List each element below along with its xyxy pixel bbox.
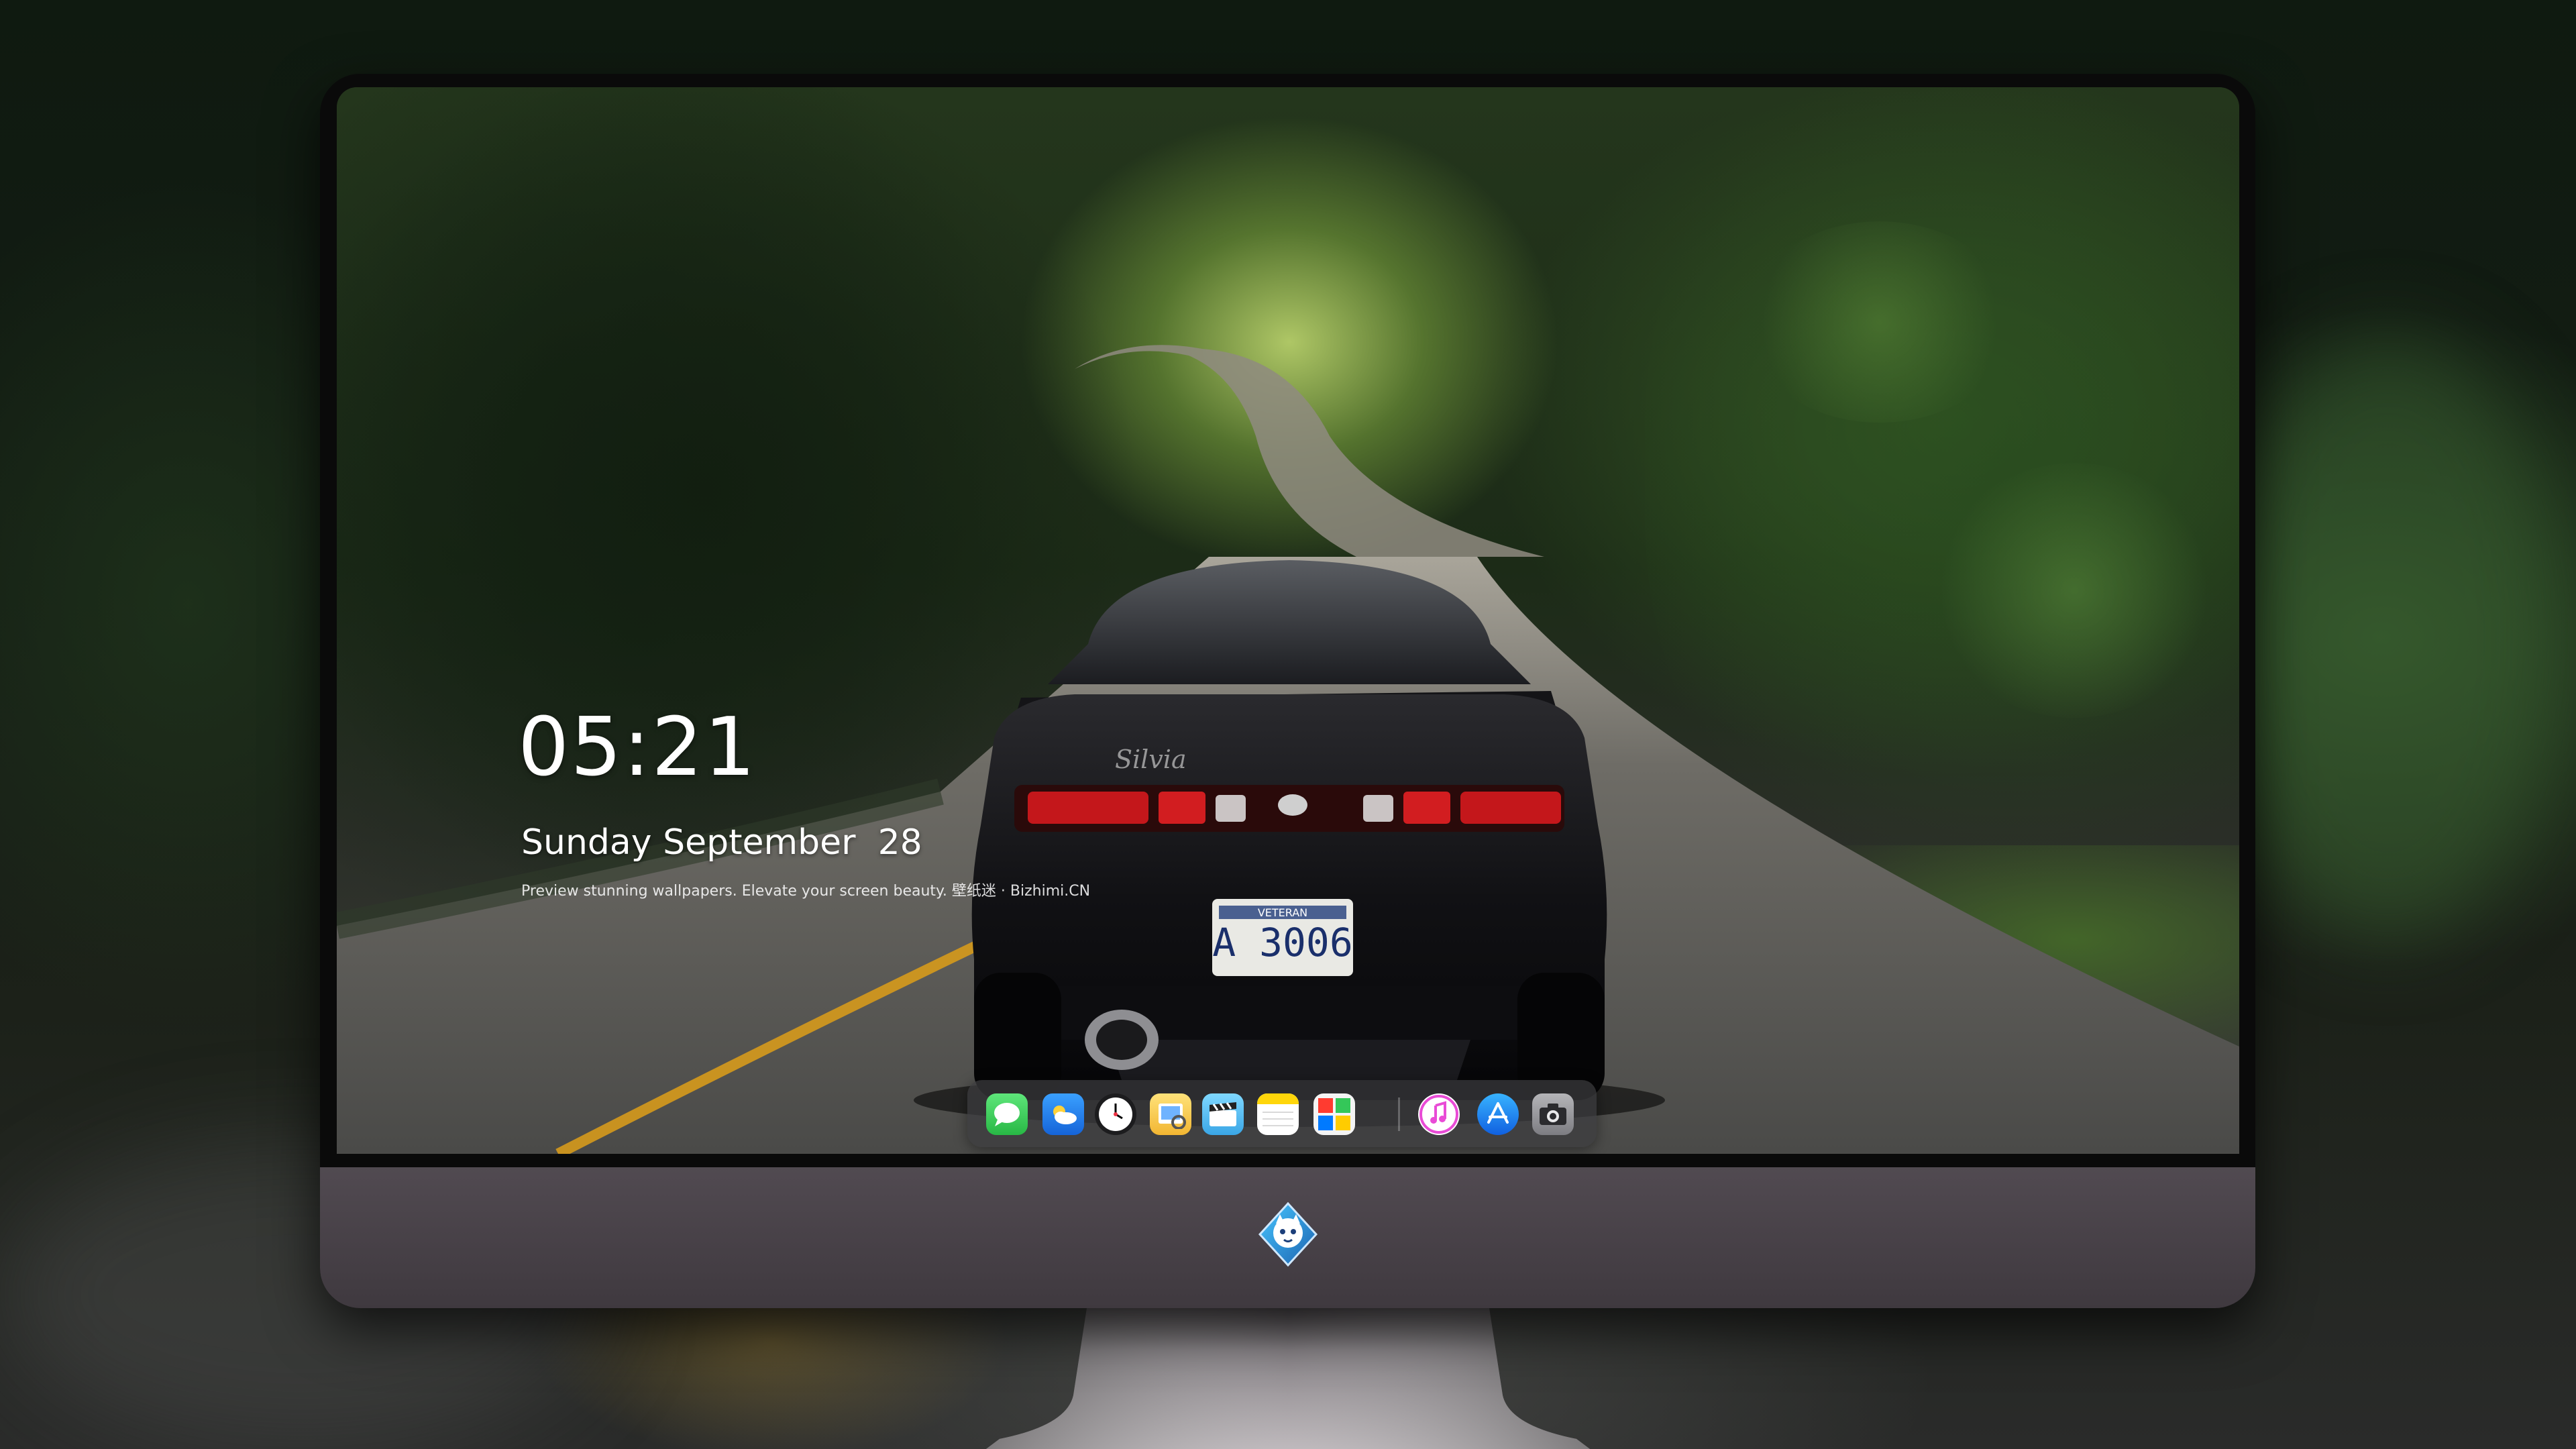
music-icon[interactable] <box>1418 1093 1460 1135</box>
brand-logo-icon <box>1258 1201 1318 1267</box>
backdrop-foliage <box>2214 335 2563 939</box>
clock-date: Sunday September 28 <box>521 822 922 863</box>
notes-icon[interactable] <box>1257 1093 1299 1135</box>
dock-divider <box>1398 1097 1400 1131</box>
camera-icon[interactable] <box>1532 1093 1574 1135</box>
monitor-stand <box>986 1308 1590 1449</box>
photo-booth-icon[interactable] <box>1313 1093 1355 1135</box>
wallpaper-tagline: Preview stunning wallpapers. Elevate you… <box>521 883 1091 900</box>
plate-header: VETERAN <box>1258 906 1307 919</box>
clapperboard-icon[interactable] <box>1202 1093 1244 1135</box>
messages-icon[interactable] <box>986 1093 1028 1135</box>
screen: Silvia VETERAN A 3006 05:21 Sunday Septe… <box>337 87 2239 1154</box>
preview-icon[interactable] <box>1150 1093 1191 1135</box>
svg-text:Silvia: Silvia <box>1115 745 1187 774</box>
clock-time: 05:21 <box>518 701 757 794</box>
dock <box>967 1080 1597 1147</box>
app-store-icon[interactable] <box>1477 1093 1519 1135</box>
weather-icon[interactable] <box>1042 1093 1084 1135</box>
license-plate: A 3006 <box>1212 920 1353 965</box>
scene: Silvia VETERAN A 3006 05:21 Sunday Septe… <box>0 0 2576 1449</box>
wallpaper-car: Silvia VETERAN A 3006 <box>914 560 1665 1127</box>
clock-icon[interactable] <box>1095 1093 1136 1135</box>
